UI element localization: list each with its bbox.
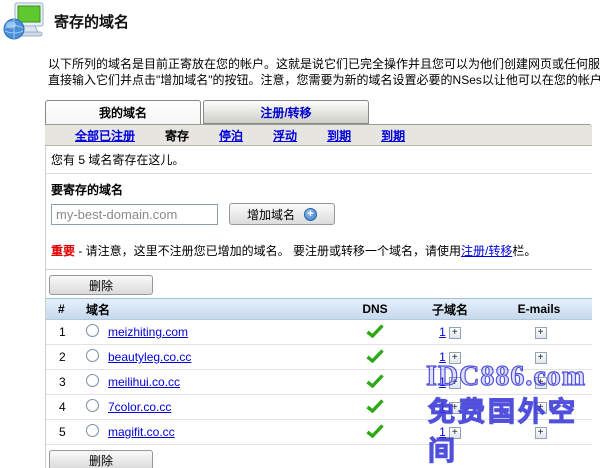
domain-radio[interactable] <box>86 349 99 362</box>
domain-link[interactable]: beautyleg.co.cc <box>108 350 191 364</box>
delete-button-bottom[interactable]: 删除 <box>49 450 153 468</box>
add-email-plus-icon[interactable]: + <box>535 327 547 339</box>
header-dns: DNS <box>335 302 415 316</box>
domain-field-label: 要寄存的域名 <box>51 181 592 198</box>
table-row: 3 meilihui.co.cc 1+ + <box>46 370 592 395</box>
add-subdomain-plus-icon[interactable]: + <box>449 377 461 389</box>
row-number: 3 <box>46 375 86 389</box>
add-subdomain-plus-icon[interactable]: + <box>449 352 461 364</box>
delete-row-bottom: 删除 <box>46 445 592 468</box>
add-email-plus-icon[interactable]: + <box>535 377 547 389</box>
table-row: 5 magifit.co.cc 1+ + <box>46 420 592 445</box>
main-content: 您有 5 域名寄存在这儿。 要寄存的域名 增加域名 + 重要 - 请注意，这里不… <box>45 146 592 468</box>
domain-radio[interactable] <box>86 374 99 387</box>
notice-text-before: - 请注意，这里不注册您已增加的域名。 要注册或转移一个域名，请使用 <box>75 244 461 258</box>
add-domain-button[interactable]: 增加域名 + <box>229 203 335 225</box>
subnav-item-floating[interactable]: 浮动 <box>273 127 297 144</box>
add-email-plus-icon[interactable]: + <box>535 402 547 414</box>
subdomain-count-link[interactable]: 1 <box>439 400 446 414</box>
dns-status-cell <box>335 324 415 341</box>
plus-circle-icon: + <box>304 208 317 221</box>
register-transfer-link[interactable]: 注册/转移 <box>461 244 512 258</box>
domain-table-body: 1 meizhiting.com 1+ + 2 beautyleg.co.cc … <box>46 320 592 445</box>
row-number: 1 <box>46 325 86 339</box>
dns-status-cell <box>335 399 415 416</box>
add-subdomain-plus-icon[interactable]: + <box>449 402 461 414</box>
notice-text-after: 栏。 <box>512 244 536 258</box>
description-line-2: 直接输入它们并点击"增加域名"的按钮。注意，您需要为新的域名设置必要的NSes以… <box>48 72 600 88</box>
dns-ok-check-icon <box>366 374 384 388</box>
domain-table-header: # 域名 DNS 子域名 E-mails <box>46 298 592 320</box>
domain-link[interactable]: meilihui.co.cc <box>108 375 180 389</box>
dns-status-cell <box>335 424 415 441</box>
page-title: 寄存的域名 <box>54 11 129 32</box>
domain-link[interactable]: 7color.co.cc <box>108 400 171 414</box>
subdomain-count-link[interactable]: 1 <box>439 350 446 364</box>
tab-register-transfer[interactable]: 注册/转移 <box>203 100 369 124</box>
table-row: 1 meizhiting.com 1+ + <box>46 320 592 345</box>
tab-bar: 我的域名 注册/转移 <box>45 100 600 124</box>
dns-ok-check-icon <box>366 399 384 413</box>
dns-ok-check-icon <box>366 424 384 438</box>
important-label: 重要 <box>51 244 75 258</box>
add-email-plus-icon[interactable]: + <box>535 427 547 439</box>
subdomain-count-link[interactable]: 1 <box>439 425 446 439</box>
subdomain-count-link[interactable]: 1 <box>439 325 446 339</box>
description-line-1: 以下所列的域名是目前正寄放在您的帐户。这就是说它们已完全操作并且您可以为他们创建… <box>48 56 600 72</box>
row-number: 5 <box>46 425 86 439</box>
subnav-item-expiring-2[interactable]: 到期 <box>381 127 405 144</box>
dns-status-cell <box>335 374 415 391</box>
add-domain-form: 要寄存的域名 增加域名 + <box>46 174 592 234</box>
subnav-item-all-registered[interactable]: 全部已注册 <box>75 127 135 144</box>
subnav-item-parking[interactable]: 停泊 <box>219 127 243 144</box>
dns-ok-check-icon <box>366 324 384 338</box>
domain-radio[interactable] <box>86 399 99 412</box>
page-description: 以下所列的域名是目前正寄放在您的帐户。这就是说它们已完全操作并且您可以为他们创建… <box>48 52 600 100</box>
header-number: # <box>46 302 86 316</box>
page-header: 寄存的域名 <box>0 0 600 52</box>
domain-input[interactable] <box>51 204 218 225</box>
dns-status-cell <box>335 349 415 366</box>
table-row: 2 beautyleg.co.cc 1+ + <box>46 345 592 370</box>
subdomain-count-link[interactable]: 1 <box>439 375 446 389</box>
add-subdomain-plus-icon[interactable]: + <box>449 327 461 339</box>
table-row: 4 7color.co.cc 1+ + <box>46 395 592 420</box>
parked-domains-app-icon <box>3 2 47 42</box>
dns-ok-check-icon <box>366 349 384 363</box>
header-emails: E-mails <box>485 302 593 316</box>
subnav-item-expiring-1[interactable]: 到期 <box>327 127 351 144</box>
header-domain: 域名 <box>86 301 335 318</box>
row-number: 4 <box>46 400 86 414</box>
header-subdomain: 子域名 <box>415 301 485 318</box>
subnav: 全部已注册 寄存 停泊 浮动 到期 到期 <box>45 124 592 146</box>
tab-my-domains[interactable]: 我的域名 <box>45 100 201 124</box>
important-notice: 重要 - 请注意，这里不注册您已增加的域名。 要注册或转移一个域名，请使用注册/… <box>46 234 592 270</box>
delete-row-top: 删除 <box>46 270 592 298</box>
add-email-plus-icon[interactable]: + <box>535 352 547 364</box>
add-subdomain-plus-icon[interactable]: + <box>449 427 461 439</box>
row-number: 2 <box>46 350 86 364</box>
domain-radio[interactable] <box>86 324 99 337</box>
domain-radio[interactable] <box>86 424 99 437</box>
add-domain-button-label: 增加域名 <box>247 206 295 223</box>
delete-button-top[interactable]: 删除 <box>49 275 153 295</box>
domain-link[interactable]: magifit.co.cc <box>108 425 175 439</box>
parked-count-text: 您有 5 域名寄存在这儿。 <box>46 146 592 174</box>
subnav-item-parked: 寄存 <box>165 127 189 144</box>
domain-link[interactable]: meizhiting.com <box>108 325 188 339</box>
